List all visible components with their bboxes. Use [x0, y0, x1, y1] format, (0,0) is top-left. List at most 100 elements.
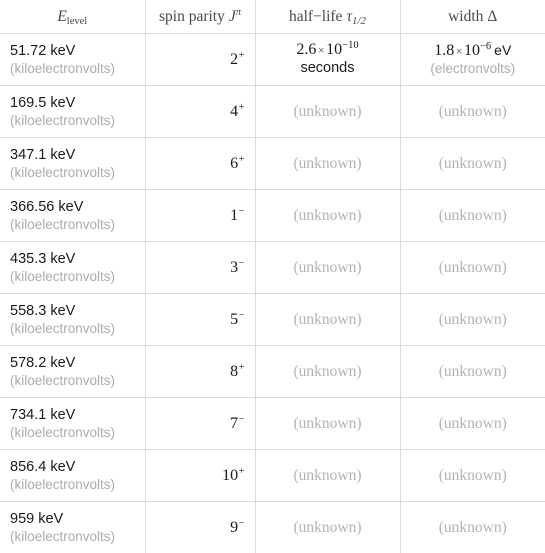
spin-parity-value: 3− [230, 259, 244, 276]
cell-half-life: (unknown) [255, 346, 400, 398]
spin-number: 10 [222, 467, 238, 484]
header-symbol-J: J [229, 8, 236, 25]
cell-energy-level: 51.72 keV(kiloelectronvolts) [0, 34, 145, 86]
cell-half-life: (unknown) [255, 86, 400, 138]
header-subscript-one-half: 1/2 [352, 15, 366, 27]
half-life-exponent: −10 [342, 40, 358, 51]
spin-parity-value: 10+ [222, 467, 244, 484]
spin-number: 6 [230, 155, 238, 172]
cell-width: (unknown) [400, 190, 545, 242]
width-unit-label: (electronvolts) [411, 60, 536, 77]
half-life-unknown: (unknown) [293, 259, 361, 276]
energy-value: 578.2 keV [10, 354, 135, 373]
table-row: 959 keV(kiloelectronvolts) 9− (unknown) (un… [0, 502, 545, 553]
cell-spin-parity: 4+ [145, 86, 255, 138]
header-subscript-level: level [67, 16, 87, 27]
cell-half-life: (unknown) [255, 138, 400, 190]
cell-width: (unknown) [400, 346, 545, 398]
energy-unit-label: (kiloelectronvolts) [10, 476, 135, 493]
half-life-base: 10 [326, 41, 342, 58]
half-life-value: 2.6×10−10 [266, 41, 390, 59]
cell-half-life: (unknown) [255, 398, 400, 450]
energy-value: 366.56 keV [10, 198, 135, 217]
half-life-unknown: (unknown) [293, 207, 361, 224]
width-exponent: −6 [480, 41, 491, 52]
multiplication-sign-icon: × [454, 44, 464, 58]
header-symbol-delta: Δ [487, 8, 497, 25]
header-text-width: width [448, 8, 483, 25]
half-life-unknown: (unknown) [293, 311, 361, 328]
energy-unit-label: (kiloelectronvolts) [10, 528, 135, 545]
spin-parity-value: 8+ [230, 363, 244, 380]
cell-width: (unknown) [400, 450, 545, 502]
parity-sign: − [238, 310, 244, 321]
cell-width: (unknown) [400, 398, 545, 450]
half-life-mantissa: 2.6 [296, 41, 316, 58]
parity-sign: − [238, 414, 244, 425]
parity-sign: + [238, 466, 244, 477]
spin-parity-value: 2+ [230, 51, 244, 68]
energy-unit-label: (kiloelectronvolts) [10, 164, 135, 181]
spin-number: 7 [230, 415, 238, 432]
column-header-width: widthΔ [400, 0, 545, 34]
width-unknown: (unknown) [439, 207, 507, 224]
cell-spin-parity: 1− [145, 190, 255, 242]
width-unknown: (unknown) [439, 519, 507, 536]
energy-unit-label: (kiloelectronvolts) [10, 112, 135, 129]
cell-energy-level: 366.56 keV(kiloelectronvolts) [0, 190, 145, 242]
width-unknown: (unknown) [439, 415, 507, 432]
cell-half-life: (unknown) [255, 450, 400, 502]
spin-number: 3 [230, 259, 238, 276]
width-unknown: (unknown) [439, 155, 507, 172]
half-life-unknown: (unknown) [293, 155, 361, 172]
spin-parity-value: 1− [230, 207, 244, 224]
width-unknown: (unknown) [439, 259, 507, 276]
header-row: Elevel spin parityJπ half−lifeτ1/2 width… [0, 0, 545, 34]
half-life-unknown: (unknown) [293, 519, 361, 536]
parity-sign: − [238, 258, 244, 269]
energy-unit-label: (kiloelectronvolts) [10, 320, 135, 337]
cell-spin-parity: 3− [145, 242, 255, 294]
column-header-energy-level: Elevel [0, 0, 145, 34]
spin-parity-value: 4+ [230, 103, 244, 120]
cell-half-life: (unknown) [255, 242, 400, 294]
cell-half-life: 2.6×10−10seconds [255, 34, 400, 86]
width-unknown: (unknown) [439, 311, 507, 328]
cell-spin-parity: 9− [145, 502, 255, 553]
nuclear-energy-levels-table: Elevel spin parityJπ half−lifeτ1/2 width… [0, 0, 545, 553]
parity-sign: + [238, 154, 244, 165]
spin-parity-value: 6+ [230, 155, 244, 172]
spin-number: 1 [230, 207, 238, 224]
cell-energy-level: 347.1 keV(kiloelectronvolts) [0, 138, 145, 190]
table-row: 856.4 keV(kiloelectronvolts)10+(unknown)… [0, 450, 545, 502]
table-row: 169.5 keV(kiloelectronvolts) 4+ (unknown) (… [0, 86, 545, 138]
header-text-spin-parity: spin parity [159, 8, 225, 25]
energy-value: 959 keV [10, 510, 135, 529]
half-life-unknown: (unknown) [293, 363, 361, 380]
cell-spin-parity: 6+ [145, 138, 255, 190]
width-unknown: (unknown) [439, 103, 507, 120]
energy-value: 347.1 keV [10, 146, 135, 165]
cell-energy-level: 169.5 keV(kiloelectronvolts) [0, 86, 145, 138]
cell-width: (unknown) [400, 294, 545, 346]
cell-spin-parity: 5− [145, 294, 255, 346]
spin-parity-value: 9− [230, 519, 244, 536]
cell-energy-level: 959 keV(kiloelectronvolts) [0, 502, 145, 553]
energy-value: 435.3 keV [10, 250, 135, 269]
spin-number: 5 [230, 311, 238, 328]
table-row: 734.1 keV(kiloelectronvolts)7−(unknown)(… [0, 398, 545, 450]
cell-half-life: (unknown) [255, 294, 400, 346]
cell-width: (unknown) [400, 138, 545, 190]
cell-energy-level: 435.3 keV(kiloelectronvolts) [0, 242, 145, 294]
header-superscript-pi: π [236, 7, 241, 18]
cell-energy-level: 734.1 keV(kiloelectronvolts) [0, 398, 145, 450]
cell-width: (unknown) [400, 242, 545, 294]
energy-unit-label: (kiloelectronvolts) [10, 424, 135, 441]
parity-sign: − [238, 518, 244, 529]
energy-unit-label: (kiloelectronvolts) [10, 372, 135, 389]
half-life-unknown: (unknown) [293, 103, 361, 120]
energy-unit-label: (kiloelectronvolts) [10, 268, 135, 285]
cell-energy-level: 578.2 keV(kiloelectronvolts) [0, 346, 145, 398]
parity-sign: + [238, 362, 244, 373]
table-row: 558.3 keV(kiloelectronvolts)5−(unknown)(… [0, 294, 545, 346]
